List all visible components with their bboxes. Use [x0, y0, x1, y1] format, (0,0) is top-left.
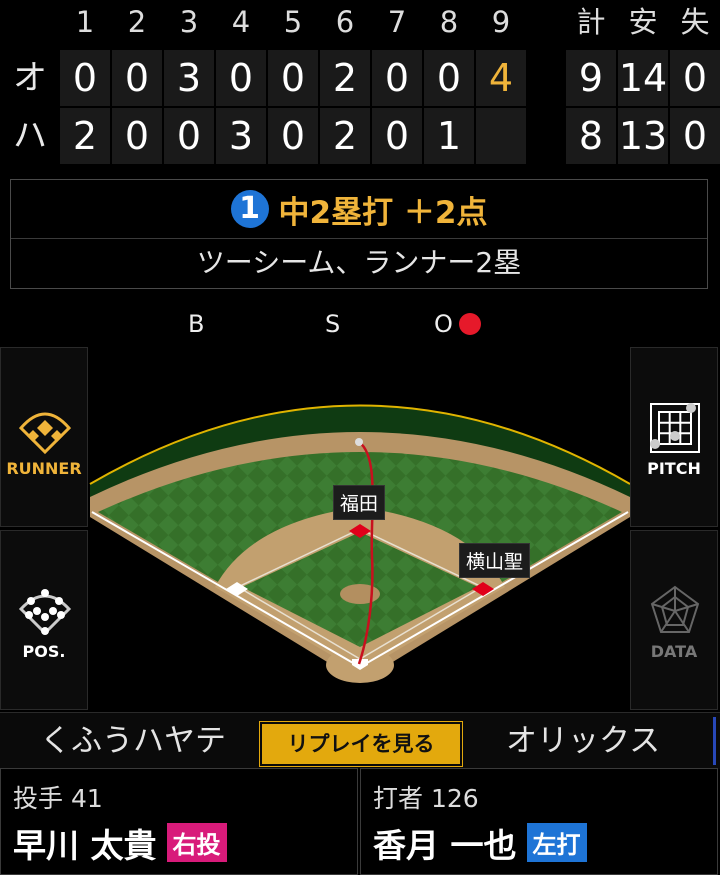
away-total-runs: 9 [566, 50, 616, 106]
home-team-abbr: ハ [13, 116, 47, 156]
strikes-label: S [325, 310, 341, 338]
home-inning-5: 0 [268, 108, 318, 164]
inning-header-1: 1 [75, 5, 95, 39]
matchup-panel: 投手 41 早川 太貴 右投 打者 126 香月 一也 左打 [0, 768, 720, 875]
positions-icon [18, 589, 72, 636]
away-inning-5: 0 [268, 50, 318, 106]
away-team-name: くふうハヤテ [40, 723, 226, 759]
out-indicator-dot [459, 313, 481, 335]
play-result: 中2塁打 ＋2点 [278, 194, 488, 231]
home-inning-6: 2 [320, 108, 370, 164]
pitcher-name: 早川 太貴 [13, 826, 157, 865]
home-inning-1: 2 [60, 108, 110, 164]
runner-button[interactable]: RUNNER [0, 347, 88, 527]
inning-header-5: 5 [283, 5, 303, 39]
away-inning-9: 4 [476, 50, 526, 106]
pitcher-hand-badge: 右投 [166, 823, 227, 862]
home-inning-9 [476, 108, 526, 164]
batter-name-row: 香月 一也 左打 [373, 819, 587, 867]
home-inning-8: 1 [424, 108, 474, 164]
away-hits: 14 [618, 50, 668, 106]
inning-header-7: 7 [387, 5, 407, 39]
away-inning-6: 2 [320, 50, 370, 106]
away-inning-2: 0 [112, 50, 162, 106]
play-detail: ツーシーム、ランナー2塁 [196, 246, 522, 279]
strike-zone-grid-icon [650, 403, 700, 453]
play-result-row: 1 中2塁打 ＋2点 [11, 180, 707, 239]
home-inning-7: 0 [372, 108, 422, 164]
scoreboard: 1 2 3 4 5 6 7 8 9 計 安 失 オ 0 0 3 0 0 2 0 … [0, 0, 720, 170]
field-view: 福田 横山聖 RUNNER POS. PITCH DATA [0, 347, 720, 712]
inning-header-4: 4 [231, 5, 251, 39]
fielder-tag-right: 横山聖 [459, 543, 531, 578]
outs-label: O [434, 310, 453, 338]
runner-diamond-icon [18, 412, 72, 455]
positions-button[interactable]: POS. [0, 530, 88, 710]
radar-chart-icon [650, 585, 700, 633]
data-button[interactable]: DATA [630, 530, 718, 710]
home-inning-2: 0 [112, 108, 162, 164]
away-inning-4: 0 [216, 50, 266, 106]
batter-role: 打者 126 [373, 784, 479, 813]
pitcher-role: 投手 41 [13, 784, 103, 813]
batter-hand-badge: 左打 [526, 823, 587, 862]
play-number-badge: 1 [230, 190, 269, 228]
away-inning-7: 0 [372, 50, 422, 106]
inning-header-8: 8 [439, 5, 459, 39]
home-errors: 0 [670, 108, 720, 164]
play-summary: 1 中2塁打 ＋2点 ツーシーム、ランナー2塁 [10, 179, 708, 289]
positions-label: POS. [22, 642, 66, 661]
baseball-field-diagram [89, 404, 631, 683]
total-runs-header: 計 [576, 5, 606, 39]
away-inning-1: 0 [60, 50, 110, 106]
away-inning-8: 0 [424, 50, 474, 106]
inning-header-2: 2 [127, 5, 147, 39]
balls-label: B [188, 310, 205, 338]
inning-header-9: 9 [491, 5, 511, 39]
away-inning-3: 3 [164, 50, 214, 106]
replay-button[interactable]: リプレイを見る [260, 722, 462, 766]
data-label: DATA [650, 642, 698, 661]
pitcher-card[interactable]: 投手 41 早川 太貴 右投 [0, 768, 358, 875]
pitcher-name-row: 早川 太貴 右投 [13, 819, 227, 867]
home-total-runs: 8 [566, 108, 616, 164]
away-team-abbr: オ [13, 58, 47, 98]
teams-bar: くふうハヤテ リプレイを見る オリックス [0, 712, 720, 769]
errors-header: 失 [680, 5, 710, 39]
runner-label: RUNNER [6, 459, 82, 478]
home-inning-3: 0 [164, 108, 214, 164]
hits-header: 安 [628, 5, 658, 39]
away-errors: 0 [670, 50, 720, 106]
fielder-tag-center: 福田 [333, 485, 386, 520]
active-team-indicator [713, 717, 716, 765]
home-hits: 13 [618, 108, 668, 164]
pitch-label: PITCH [647, 459, 701, 478]
home-inning-4: 3 [216, 108, 266, 164]
ball-landing-point [355, 438, 363, 446]
batter-card[interactable]: 打者 126 香月 一也 左打 [360, 768, 718, 875]
batter-name: 香月 一也 [373, 826, 517, 865]
inning-header-6: 6 [335, 5, 355, 39]
inning-header-3: 3 [179, 5, 199, 39]
home-team-name: オリックス [506, 723, 661, 759]
pitch-button[interactable]: PITCH [630, 347, 718, 527]
